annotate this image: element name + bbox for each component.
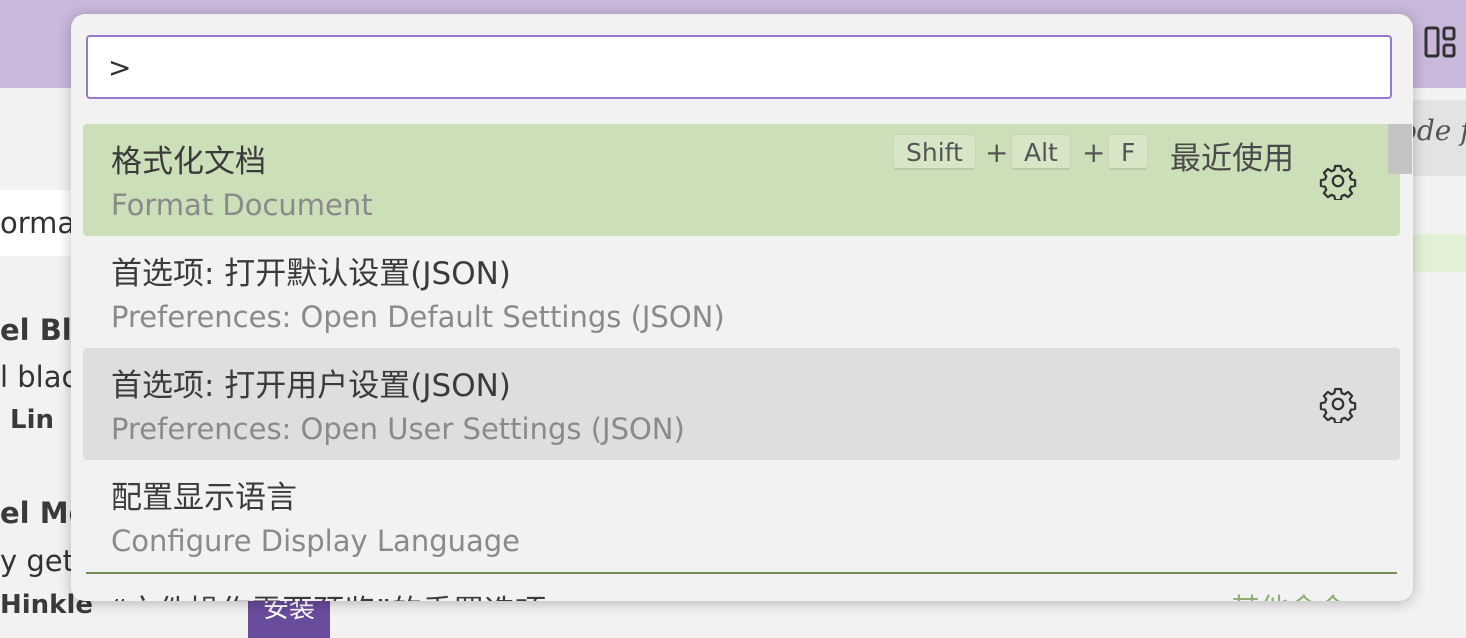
key-alt: Alt	[1011, 134, 1071, 170]
group-separator	[86, 572, 1397, 574]
gear-icon[interactable]	[1319, 162, 1357, 200]
command-detail: Preferences: Open Default Settings (JSON…	[111, 300, 725, 334]
key-separator: +	[1082, 136, 1106, 169]
key-shift: Shift	[893, 134, 976, 170]
command-palette-input[interactable]	[86, 35, 1392, 99]
command-item-open-default-settings-json[interactable]: 首选项: 打开默认设置(JSON) Preferences: Open Defa…	[83, 236, 1400, 348]
key-f: F	[1108, 134, 1149, 170]
command-label: 格式化文档	[111, 144, 266, 180]
command-detail: Configure Display Language	[111, 524, 521, 558]
extensions-search-value: orma	[0, 206, 76, 240]
scrollbar-thumb[interactable]	[1388, 124, 1412, 174]
command-detail: Format Document	[111, 188, 373, 222]
gear-icon[interactable]	[1319, 385, 1357, 423]
command-label[interactable]: “文件操作需要预览”的重置选项	[111, 586, 546, 601]
extensions-search-input[interactable]: orma	[0, 190, 80, 256]
customize-layout-icon[interactable]	[1420, 22, 1460, 62]
command-label: 首选项: 打开用户设置(JSON)	[111, 368, 511, 404]
group-label-other-commands: 其他命令	[1231, 586, 1347, 601]
command-label: 首选项: 打开默认设置(JSON)	[111, 256, 511, 292]
recently-used-tag: 最近使用	[1170, 141, 1294, 177]
install-button[interactable]: 安装	[248, 598, 330, 638]
command-label: 配置显示语言	[111, 480, 297, 516]
extension-description: y get	[0, 544, 75, 578]
command-palette: 格式化文档 Format Document Shift + Alt + F 最近…	[71, 14, 1413, 601]
extension-author: Lin	[10, 405, 54, 435]
command-item-format-document[interactable]: 格式化文档 Format Document Shift + Alt + F 最近…	[83, 124, 1400, 236]
extension-description: l blac	[0, 360, 78, 394]
command-item-open-user-settings-json[interactable]: 首选项: 打开用户设置(JSON) Preferences: Open User…	[83, 348, 1400, 460]
command-detail: Preferences: Open User Settings (JSON)	[111, 412, 685, 446]
key-separator: +	[985, 136, 1009, 169]
command-item-configure-display-language[interactable]: 配置显示语言 Configure Display Language	[83, 460, 1400, 572]
